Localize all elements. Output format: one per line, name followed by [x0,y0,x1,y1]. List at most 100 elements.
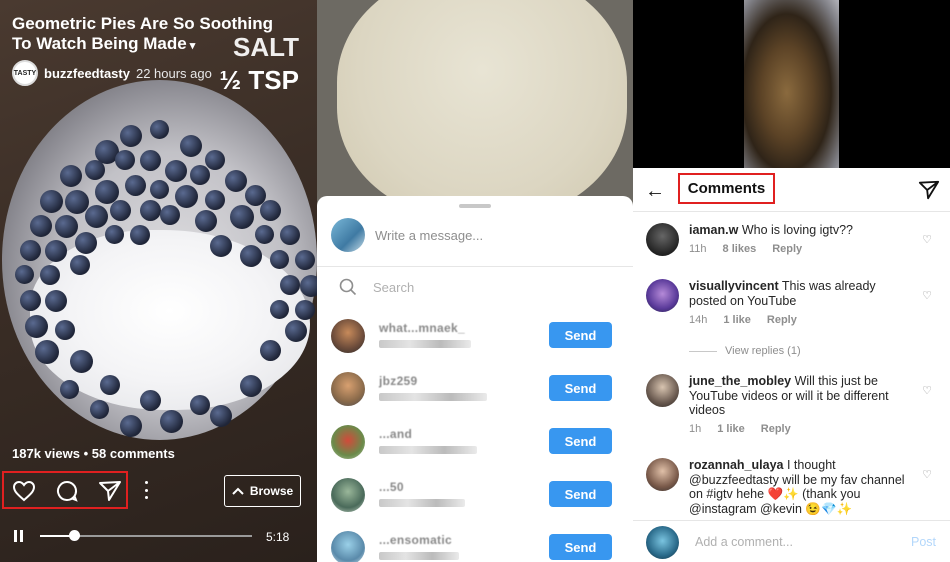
overlay-text-salt: SALT [233,32,299,62]
blueberry [280,225,300,245]
contact-subtitle [379,393,487,401]
contact-subtitle [379,552,459,560]
blueberry [225,170,247,192]
contact-subtitle [379,340,471,348]
blueberry [115,150,135,170]
blueberry [255,225,274,244]
browse-button[interactable]: Browse [224,475,301,507]
contact-subtitle [379,446,477,454]
dough-image [337,0,627,220]
send-button[interactable]: Send [549,375,612,401]
video-thumbnail[interactable] [633,0,950,168]
back-arrow-icon[interactable]: ← [645,180,665,203]
share-panel: Write a message... Search what...mnaek_ … [317,0,633,562]
share-sheet: Write a message... Search what...mnaek_ … [317,196,633,562]
progress-handle[interactable] [68,530,80,541]
blueberry [270,250,289,269]
blueberry [55,320,75,340]
video-stats: 187k views • 58 comments [12,446,175,461]
blueberry [120,415,142,437]
blueberry [285,320,307,342]
blueberry [230,205,254,229]
separator: • [83,446,89,461]
blueberry [240,375,262,397]
blueberry [45,290,67,312]
blueberry [60,165,82,187]
comments-count[interactable]: 58 comments [92,446,175,461]
list-item: jbz259 Send [331,372,631,412]
avatar [331,372,365,406]
contact-name: ...50 [379,480,404,494]
list-item: ...and Send [331,425,631,465]
comment-input[interactable]: Add a comment... [695,535,793,549]
blueberry [85,205,108,228]
comment-item: rozannah_ulaya I thought @buzzfeedtasty … [633,458,950,520]
views-count: 187k views [12,446,80,461]
send-button[interactable]: Send [549,481,612,507]
author-row: TASTY buzzfeedtasty 22 hours ago [12,60,212,86]
pause-button[interactable] [13,530,25,542]
avatar[interactable] [646,374,679,407]
heart-icon[interactable]: ♡ [922,289,932,302]
comment-button[interactable] [53,477,81,505]
view-replies-link[interactable]: View replies (1) [689,345,801,357]
send-button[interactable]: Send [549,322,612,348]
duration: 5:18 [266,530,290,544]
comment-meta: 1h 1 like Reply [689,423,791,435]
drag-handle[interactable] [459,204,491,208]
send-button[interactable]: Send [549,428,612,454]
blueberry [120,125,142,147]
blueberry [150,120,169,139]
avatar[interactable] [646,279,679,312]
comment-meta: 11h 8 likes Reply [689,243,803,255]
send-button[interactable]: Send [549,534,612,560]
blueberry [300,275,317,297]
comment-meta: 14h 1 like Reply [689,314,797,326]
avatar[interactable] [646,458,679,491]
avatar[interactable]: TASTY [12,60,38,86]
list-item: what...mnaek_ Send [331,319,631,359]
like-button[interactable] [10,477,38,505]
avatar [331,478,365,512]
blueberry [110,200,131,221]
message-input[interactable]: Write a message... [375,228,483,243]
divider [317,266,633,267]
timestamp: 22 hours ago [135,65,212,81]
avatar[interactable] [646,223,679,256]
avatar [331,218,365,252]
blueberry [140,200,161,221]
chevron-down-icon[interactable]: ▾ [190,40,196,52]
blueberry [165,160,187,182]
blueberry [40,265,60,285]
blueberry [210,405,232,427]
comments-header: ← Comments [633,168,950,212]
search-input[interactable]: Search [339,278,414,296]
heart-icon[interactable]: ♡ [922,233,932,246]
share-button[interactable] [96,477,124,505]
more-options-icon[interactable] [143,481,149,499]
blueberry [140,390,161,411]
video-panel[interactable]: Geometric Pies Are So Soothing To Watch … [0,0,317,562]
blueberry [60,380,79,399]
reply-button[interactable]: Reply [772,243,802,255]
blueberry [160,205,180,225]
blueberry [100,375,120,395]
reply-button[interactable]: Reply [767,314,797,326]
comment-icon [57,480,78,502]
add-comment-bar: Add a comment... Post [633,520,950,562]
blueberry [150,180,169,199]
reply-button[interactable]: Reply [761,423,791,435]
author-name[interactable]: buzzfeedtasty [44,66,130,81]
heart-icon[interactable]: ♡ [922,468,932,481]
avatar [331,425,365,459]
blueberry [180,135,202,157]
blueberry [260,340,281,361]
paper-plane-icon[interactable] [918,179,940,201]
blueberry [20,290,41,311]
post-button[interactable]: Post [911,535,936,549]
page-title: Comments [678,173,775,204]
blueberry [70,255,90,275]
heart-icon[interactable]: ♡ [922,384,932,397]
chevron-up-icon [232,487,244,495]
avatar [331,531,365,562]
